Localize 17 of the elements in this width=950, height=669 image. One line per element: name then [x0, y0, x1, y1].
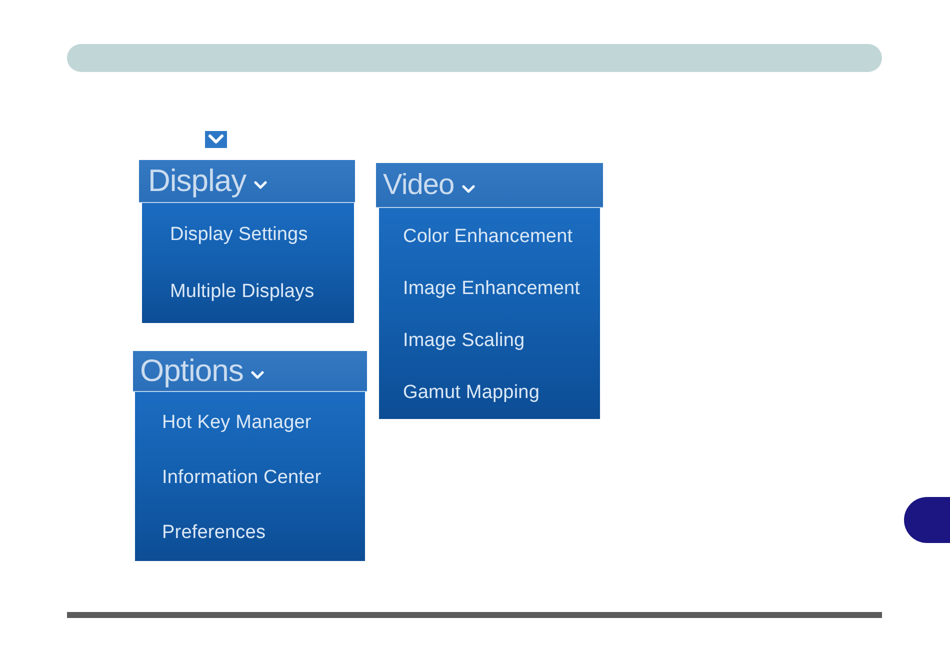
menu-item[interactable]: Multiple Displays	[170, 281, 314, 304]
menu-header-button[interactable]: Display	[139, 160, 355, 203]
menu-item[interactable]: Hot Key Manager	[162, 412, 312, 435]
chevron-down-icon	[254, 180, 268, 190]
chevron-down-icon	[251, 370, 264, 380]
menu-item[interactable]: Gamut Mapping	[403, 382, 540, 404]
menu-item[interactable]: Information Center	[162, 467, 322, 490]
menu-item[interactable]: Color Enhancement	[403, 226, 573, 248]
menu-header-button[interactable]: Video	[376, 163, 603, 208]
chevron-down-icon	[462, 184, 476, 194]
menu-item[interactable]: Preferences	[162, 522, 266, 545]
edge-marker	[904, 497, 950, 543]
menu-item[interactable]: Image Enhancement	[403, 278, 580, 300]
menu-item[interactable]: Image Scaling	[403, 330, 525, 352]
menu-item[interactable]: Display Settings	[170, 224, 308, 247]
menu-header-button[interactable]: Options	[133, 351, 367, 392]
chevron-down-icon	[205, 131, 227, 148]
